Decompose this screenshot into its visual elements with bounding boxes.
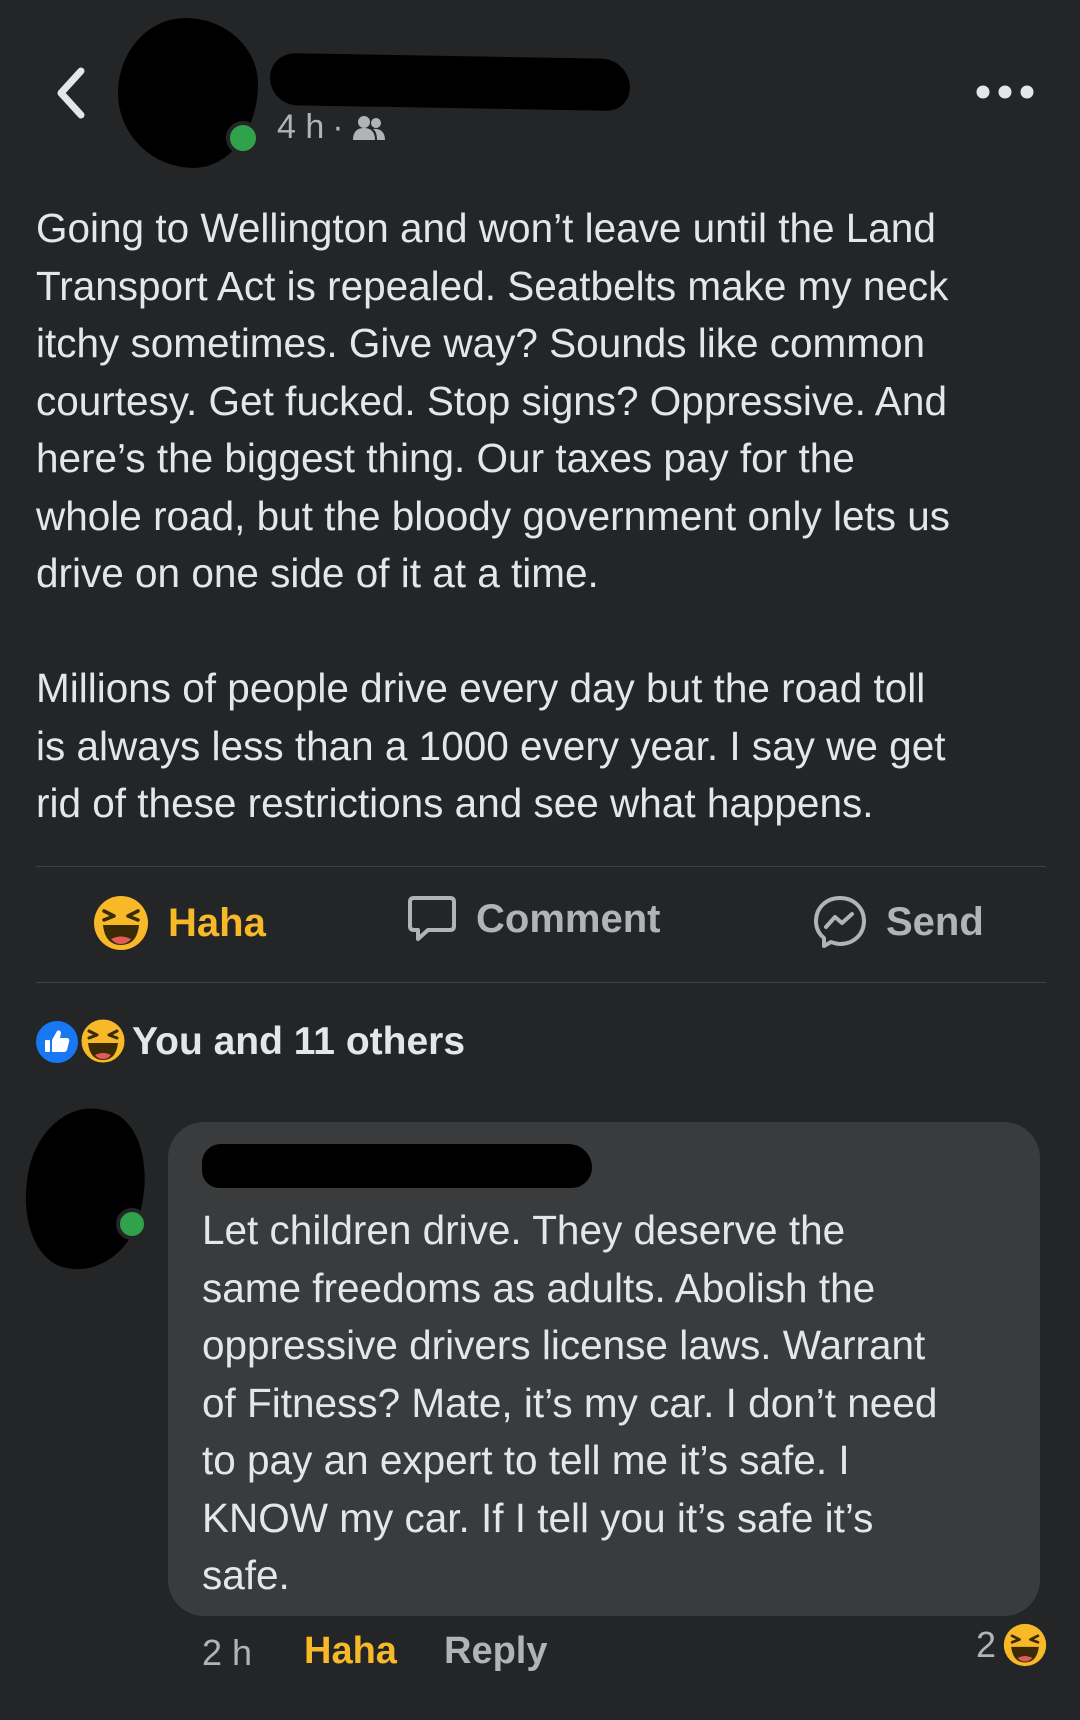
reaction-icons (34, 1016, 130, 1068)
comment-footer: 2 h Haha Reply 2 (168, 1622, 1048, 1682)
haha-icon (78, 1016, 128, 1066)
post-action-bar: Haha Comment Send (36, 866, 1046, 982)
post-paragraph: Going to Wellington and won’t leave unti… (36, 205, 951, 596)
online-status-indicator (116, 1208, 148, 1240)
comment-button[interactable]: Comment (406, 894, 660, 944)
more-options-button[interactable] (970, 70, 1040, 114)
comment-bubble[interactable]: Let children drive. They deserve the sam… (168, 1122, 1040, 1616)
redaction-mark (10, 1097, 160, 1281)
send-button[interactable]: Send (812, 894, 984, 950)
comment-reaction-count: 2 (975, 1624, 996, 1665)
comment-reply-button[interactable]: Reply (444, 1630, 547, 1673)
commenter-name-redacted[interactable] (202, 1144, 592, 1188)
comment-reactions[interactable]: 2 (976, 1622, 1048, 1668)
back-button[interactable] (40, 58, 100, 128)
haha-icon (1003, 1623, 1047, 1667)
reactions-summary-text: You and 11 others (132, 1020, 466, 1063)
comment-text: Let children drive. They deserve the sam… (202, 1207, 938, 1598)
author-avatar[interactable] (118, 18, 268, 168)
haha-button[interactable]: Haha (92, 894, 266, 952)
more-horizontal-icon (976, 85, 1034, 99)
chevron-left-icon (57, 67, 85, 119)
post-meta: 4 h · (277, 108, 386, 147)
post-paragraph: Millions of people drive every day but t… (36, 665, 946, 826)
messenger-icon (814, 896, 866, 948)
comment-haha-button[interactable]: Haha (304, 1630, 397, 1673)
online-status-indicator (226, 121, 260, 155)
comment-time: 2 h (202, 1632, 253, 1673)
commenter-avatar[interactable] (10, 1097, 160, 1281)
post-header: 4 h · (0, 0, 1080, 190)
divider (36, 982, 1046, 983)
comment-label: Comment (476, 896, 661, 941)
reactions-summary[interactable]: You and 11 others (34, 1016, 465, 1068)
haha-label: Haha (168, 900, 266, 945)
haha-icon (94, 896, 148, 950)
friends-icon (352, 115, 385, 140)
like-icon (34, 1019, 80, 1065)
post-time: 4 h (277, 108, 325, 146)
meta-separator: · (332, 108, 344, 146)
comment-bubble-icon (408, 896, 456, 941)
send-label: Send (886, 899, 984, 944)
post-body: Going to Wellington and won’t leave unti… (36, 200, 1051, 833)
author-name-redacted[interactable] (269, 52, 631, 112)
